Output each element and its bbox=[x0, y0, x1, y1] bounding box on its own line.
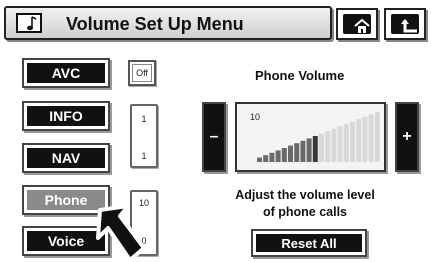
volume-bar bbox=[281, 148, 287, 162]
volume-bar bbox=[362, 116, 368, 162]
volume-bar bbox=[257, 157, 262, 162]
info-level-value: 1 bbox=[141, 114, 147, 124]
volume-bar bbox=[337, 126, 343, 162]
home-icon bbox=[343, 14, 371, 34]
music-note-icon bbox=[16, 13, 42, 33]
nav-button[interactable]: NAV bbox=[22, 143, 110, 173]
volume-bar bbox=[350, 121, 355, 162]
volume-bar bbox=[368, 114, 374, 162]
volume-bar bbox=[325, 131, 331, 162]
home-button[interactable] bbox=[336, 8, 378, 40]
info-button-label: INFO bbox=[27, 106, 105, 126]
info-button[interactable]: INFO bbox=[22, 101, 110, 131]
volume-bar bbox=[294, 143, 300, 162]
volume-bar bbox=[312, 136, 318, 162]
avc-value: Off bbox=[132, 64, 152, 82]
avc-value-box: Off bbox=[128, 60, 156, 86]
avc-button[interactable]: AVC bbox=[22, 58, 110, 88]
volume-bar bbox=[300, 140, 306, 162]
page-title: Volume Set Up Menu bbox=[66, 14, 244, 34]
phone-volume-title: Phone Volume bbox=[255, 68, 345, 83]
volume-bar bbox=[331, 128, 337, 162]
description-line-1: Adjust the volume level bbox=[235, 188, 375, 202]
avc-button-label: AVC bbox=[27, 63, 105, 83]
volume-down-button[interactable]: – bbox=[202, 102, 226, 172]
volume-bar bbox=[343, 124, 349, 162]
volume-bar bbox=[288, 145, 293, 162]
info-nav-level-box: 1 1 bbox=[130, 104, 158, 168]
reset-all-label: Reset All bbox=[256, 234, 362, 252]
volume-bar bbox=[263, 155, 269, 162]
nav-level-value: 1 bbox=[141, 151, 147, 161]
volume-bar bbox=[374, 112, 380, 162]
pointer-arrow-icon bbox=[96, 204, 146, 262]
description-line-2: of phone calls bbox=[262, 205, 348, 219]
volume-level-number: 10 bbox=[250, 112, 261, 122]
nav-button-label: NAV bbox=[27, 148, 105, 168]
volume-setup-screen: Volume Set Up Menu AVC Off INFO NAV 1 1 … bbox=[0, 0, 431, 262]
volume-up-button[interactable]: + bbox=[395, 102, 419, 172]
reset-all-button[interactable]: Reset All bbox=[251, 229, 367, 257]
volume-bar bbox=[306, 138, 312, 162]
volume-bar bbox=[275, 150, 281, 162]
volume-bar bbox=[356, 119, 362, 162]
back-button[interactable] bbox=[384, 8, 426, 40]
title-bar: Volume Set Up Menu bbox=[4, 6, 332, 40]
return-arrow-icon bbox=[391, 14, 419, 34]
volume-level-display: 10 bbox=[235, 102, 386, 172]
volume-bar bbox=[319, 133, 324, 162]
volume-bar bbox=[269, 152, 275, 162]
